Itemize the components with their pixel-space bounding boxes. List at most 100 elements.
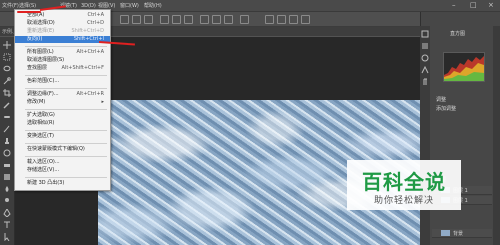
distribute-top-icon[interactable] [160,15,169,24]
menu-item-label: 调整边缘(F)... [27,91,59,97]
blur-tool-icon[interactable] [3,185,11,193]
watermark-subtitle: 助你轻松解决 [373,196,434,206]
crop-tool-icon[interactable] [3,89,11,97]
histogram-chart [443,52,485,82]
menu-item-label: 色彩范围(C)... [27,78,60,84]
menu-item-transform-selection[interactable]: 变换选区(T) [15,133,110,140]
quick-select-tool-icon[interactable] [3,77,11,85]
menu-item-shortcut: Alt+Ctrl+A [76,49,104,55]
type-tool-icon[interactable] [3,221,11,229]
menu-item-all[interactable]: 全部(A) Ctrl+A [15,12,110,19]
menu-separator [25,156,107,157]
paragraph-panel-icon[interactable] [421,78,429,86]
menu-item-similar[interactable]: 选取相似(R) [15,120,110,127]
eraser-tool-icon[interactable] [3,161,11,169]
pen-tool-icon[interactable] [3,208,11,218]
info-panel-icon[interactable] [421,54,429,62]
menu-item-shortcut: Ctrl+A [87,12,104,18]
adjustments-panel-title[interactable]: 调整 [436,96,446,104]
3d-rotate-icon[interactable] [265,15,274,24]
menu-item-label: 全部(A) [27,12,45,18]
distribute-bottom-icon[interactable] [184,15,193,24]
menu-item-grow[interactable]: 扩大选取(G) [15,112,110,119]
maximize-button[interactable]: □ [464,0,482,11]
menu-separator [25,177,107,178]
menu-item-label: 扩大选取(G) [27,112,55,118]
menu-item-label: 重新选择(E) [27,28,55,34]
history-brush-tool-icon[interactable] [3,149,11,157]
panel-icon-strip [420,26,430,245]
3d-pan-icon[interactable] [289,15,298,24]
histogram-panel-title[interactable]: 直方图 [450,30,465,38]
menu-item-all-layers[interactable]: 所有图层(L) Alt+Ctrl+A [15,49,110,56]
menu-item-quick-mask[interactable]: 在快速蒙版模式下编辑(Q) [15,146,110,153]
3d-slide-icon[interactable] [301,15,310,24]
menu-separator [25,143,107,144]
menu-item-shortcut: Alt+Ctrl+R [76,91,104,97]
tools-panel [0,37,15,245]
layer-name: 背景 [453,231,464,237]
menu-window[interactable]: 窗口(W) [120,2,139,10]
select-menu-dropdown: 全部(A) Ctrl+A 取消选择(D) Ctrl+D 重新选择(E) Shif… [14,9,111,191]
menu-item-label: 在快速蒙版模式下编辑(Q) [27,146,85,152]
minimize-button[interactable]: – [446,0,464,11]
menu-item-label: 存储选区(V)... [27,167,60,173]
menu-item-save-selection[interactable]: 存储选区(V)... [15,167,110,174]
right-panel-dock [420,12,500,245]
adjustments-subtitle: 添加调整 [436,106,457,112]
gradient-tool-icon[interactable] [3,173,11,181]
maximize-icon: □ [470,1,477,9]
distribute-middle-icon[interactable] [172,15,181,24]
character-panel-icon[interactable] [421,65,429,74]
stamp-tool-icon[interactable] [3,137,11,145]
menu-item-find-layers[interactable]: 查找图层 Alt+Shift+Ctrl+F [15,65,110,72]
menu-item-label: 所有图层(L) [27,49,54,55]
menu-item-new-3d-extrusion[interactable]: 新建 3D 凸出(3) [15,180,110,187]
eyedropper-tool-icon[interactable] [3,101,11,109]
dodge-tool-icon[interactable] [3,197,11,205]
align-left-icon[interactable] [120,15,129,24]
lasso-tool-icon[interactable] [3,65,11,73]
distribute-center-icon[interactable] [212,15,221,24]
menu-item-shortcut: Ctrl+D [87,20,104,26]
menu-help[interactable]: 帮助(H) [144,2,162,10]
menu-item-label: 查找图层 [27,65,48,71]
menu-item-label: 新建 3D 凸出(3) [27,180,65,186]
move-tool-icon[interactable] [3,41,11,49]
histogram-graph [444,56,484,81]
annotation-underline-select-menu [17,11,41,13]
path-select-tool-icon[interactable] [3,233,11,242]
brush-tool-icon[interactable] [3,125,11,133]
menu-item-label: 修改(M) [27,99,46,105]
menu-item-modify[interactable]: 修改(M) ▸ [15,99,110,106]
history-panel-icon[interactable] [421,30,429,38]
submenu-arrow-icon: ▸ [101,99,104,105]
auto-align-icon[interactable] [240,15,249,24]
menu-item-deselect-layers[interactable]: 取消选择图层(S) [15,57,110,64]
align-right-icon[interactable] [144,15,153,24]
menu-item-refine-edge[interactable]: 调整边缘(F)... Alt+Ctrl+R [15,91,110,98]
menu-item-label: 取消选择图层(S) [27,57,65,63]
menu-item-load-selection[interactable]: 载入选区(O)... [15,159,110,166]
healing-brush-tool-icon[interactable] [3,113,11,121]
menu-item-label: 变换选区(T) [27,133,54,139]
menu-item-color-range[interactable]: 色彩范围(C)... [15,78,110,85]
minimize-icon: – [452,1,456,9]
layer-row[interactable]: 背景 [432,229,492,238]
panel-scrollbar[interactable] [493,26,500,245]
distribute-right-icon[interactable] [224,15,233,24]
menu-item-inverse[interactable]: 反向(I) Shift+Ctrl+I [15,36,110,43]
menu-separator [25,130,107,131]
watermark-title: 百科全说 [362,170,446,194]
3d-roll-icon[interactable] [277,15,286,24]
menu-item-reselect[interactable]: 重新选择(E) Shift+Ctrl+D [15,28,110,35]
distribute-left-icon[interactable] [200,15,209,24]
marquee-tool-icon[interactable] [3,53,11,61]
close-button[interactable]: × [482,0,500,11]
properties-panel-icon[interactable] [421,42,429,50]
menu-item-label: 取消选择(D) [27,20,55,26]
menu-item-deselect[interactable]: 取消选择(D) Ctrl+D [15,20,110,27]
menu-separator [25,109,107,110]
align-center-icon[interactable] [132,15,141,24]
menu-item-label: 选取相似(R) [27,120,55,126]
